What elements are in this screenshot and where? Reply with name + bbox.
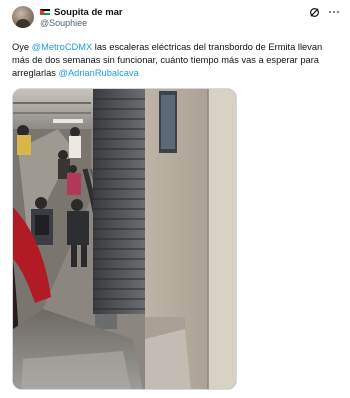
palestine-flag-icon bbox=[40, 8, 50, 16]
tweet-photo[interactable] bbox=[12, 88, 237, 390]
author-display-name[interactable]: Soupita de mar bbox=[54, 7, 123, 18]
escalator-station-photo bbox=[13, 89, 236, 389]
grok-icon[interactable] bbox=[308, 6, 320, 18]
tweet-top-actions bbox=[308, 6, 340, 18]
author-handle[interactable]: @Souphiee bbox=[40, 18, 87, 28]
author-name-row[interactable]: Soupita de mar bbox=[40, 6, 123, 18]
tweet-segment: Oye bbox=[12, 42, 32, 52]
tweet-text: Oye @MetroCDMX las escaleras eléctricas … bbox=[12, 41, 338, 81]
avatar[interactable] bbox=[12, 6, 34, 28]
mention-link-metrocdmx[interactable]: @MetroCDMX bbox=[32, 42, 93, 52]
tweet-card: Soupita de mar @Souphiee Oye @MetroCDMX … bbox=[0, 0, 350, 398]
more-horizontal-icon[interactable] bbox=[328, 6, 340, 18]
mention-link-adrianrubalcava[interactable]: @AdrianRubalcava bbox=[59, 68, 139, 78]
